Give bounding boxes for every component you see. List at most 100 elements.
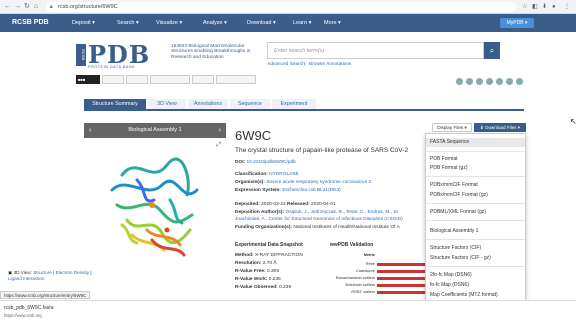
expression-link[interactable]: Escherichia coli BL21(DE3) <box>282 188 340 193</box>
tab-sequence[interactable]: Sequence <box>230 99 270 109</box>
menu-fasta[interactable]: FASTA Sequence <box>426 138 525 147</box>
partner-logo-1[interactable] <box>102 75 124 84</box>
carousel-next-icon[interactable]: › <box>219 123 221 138</box>
home-icon[interactable]: ⌂ <box>34 3 38 11</box>
validation-metric-rsrz: RSRZ outliers <box>351 290 375 294</box>
doi-link[interactable]: 10.2210/pdb6W9C/pdb <box>246 160 295 165</box>
download-filename[interactable]: rcsb_pdb_6W9C.fasta <box>4 305 53 311</box>
partner-logo-4[interactable] <box>192 75 214 84</box>
search-icon: ⌕ <box>489 46 495 55</box>
nav-deposit[interactable]: Deposit ▾ <box>72 20 95 26</box>
reload-icon[interactable]: ↻ <box>24 3 30 11</box>
menu-sf-cif[interactable]: Structure Factors (CIF) <box>430 245 481 251</box>
view3d-label: 3D View: <box>13 270 32 275</box>
structure-tabs: Structure Summary 3D View Annotations Se… <box>84 99 524 111</box>
social-icon-2[interactable] <box>466 78 473 85</box>
validation-heading: wwPDB Validation <box>330 242 374 248</box>
download-files-button[interactable]: ⬇ Download Files ▾ <box>474 123 526 132</box>
view-electron-density-link[interactable]: Electron Density <box>56 270 89 275</box>
menu-pdb-format-gz[interactable]: PDB Format (gz) <box>430 165 468 171</box>
nav-more[interactable]: More ▾ <box>324 20 341 26</box>
partner-logo-pdb101[interactable]: ■■■ <box>76 75 100 84</box>
arrow-left-icon[interactable]: ← <box>4 3 11 11</box>
tab-structure-summary[interactable]: Structure Summary <box>84 99 146 109</box>
experimental-heading: Experimental Data Snapshot <box>235 242 303 248</box>
menu-map-coefficients[interactable]: Map Coefficients (MTZ format) <box>430 292 498 298</box>
advanced-search-link[interactable]: Advanced Search <box>267 62 305 67</box>
validation-metric-header: Metric <box>363 253 375 257</box>
rfree-value: 0.309 <box>267 269 280 274</box>
browser-toolbar: ← → ↻ ⌂ 🔒︎ rcsb.org/structure/6W9C ☆ ◧ ⬇… <box>0 0 576 14</box>
browse-annotations-link[interactable]: Browse Annotations <box>309 62 351 67</box>
search-button[interactable]: ⌕ <box>484 42 500 59</box>
validation-bar-rsrz <box>377 291 425 294</box>
address-bar[interactable]: 🔒︎ rcsb.org/structure/6W9C <box>46 2 516 12</box>
organism-row: Organism(s): Severe acute respiratory sy… <box>235 180 371 185</box>
menu-sf-cif-gz[interactable]: Structure Factors (CIF - gz) <box>430 255 491 261</box>
view-ligand-interaction-link[interactable]: Ligand Interaction <box>8 276 45 281</box>
nav-analyze[interactable]: Analyze ▾ <box>203 20 227 26</box>
assembly-carousel: ‹ Biological Assembly 1 › ⤢ <box>84 123 226 273</box>
download-icon[interactable]: ⬇ <box>542 3 547 11</box>
tab-3d-view[interactable]: 3D View <box>148 99 186 109</box>
profile-icon[interactable]: ● <box>552 3 556 11</box>
nav-learn[interactable]: Learn ▾ <box>293 20 311 26</box>
logo-rcsb-text: RCSB <box>76 44 86 66</box>
tab-experiment[interactable]: Experiment <box>272 99 316 109</box>
social-icon-6[interactable] <box>506 78 513 85</box>
menu-divider <box>426 176 525 177</box>
organism-link[interactable]: Severe acute respiratory syndrome corona… <box>266 180 371 185</box>
authors-line-2[interactable]: Joachimiak, A., Center for Structural Ge… <box>235 217 403 222</box>
rcsb-pdb-logo[interactable]: RCSB PDB PROTEIN DATA BANK <box>76 40 166 70</box>
download-source: https://www.rcsb.org <box>4 313 42 318</box>
authors-line-1[interactable]: Osipiuk, J., Jedrzejczak, R., Tesar, C.,… <box>285 210 397 215</box>
brand-link[interactable]: RCSB PDB <box>12 19 49 26</box>
menu-divider <box>426 151 525 152</box>
view-structure-link[interactable]: Structure <box>33 270 52 275</box>
resolution-value: 2.70 Å <box>262 261 277 266</box>
nav-visualize[interactable]: Visualize ▾ <box>156 20 182 26</box>
menu-pdb-format[interactable]: PDB Format <box>430 156 458 162</box>
extension-icon[interactable]: ◧ <box>532 3 538 11</box>
tab-annotations[interactable]: Annotations <box>188 99 228 109</box>
menu-divider <box>426 220 525 221</box>
social-icon-1[interactable] <box>456 78 463 85</box>
menu-fofc-map[interactable]: fo-fc Map (DSN6) <box>430 282 469 288</box>
menu-assembly[interactable]: Biological Assembly 1 <box>430 228 478 234</box>
social-icon-7[interactable] <box>516 78 523 85</box>
classification-link[interactable]: HYDROLASE <box>269 172 299 177</box>
nav-download[interactable]: Download ▾ <box>247 20 276 26</box>
doi-label: DOI: <box>235 160 246 165</box>
partner-logo-2[interactable] <box>126 75 148 84</box>
rfree-label: R-Value Free: <box>235 269 266 274</box>
validation-bar-clashscore <box>377 270 425 273</box>
arrow-right-icon[interactable]: → <box>14 3 21 11</box>
protein-structure-image[interactable] <box>92 145 218 261</box>
social-icon-5[interactable] <box>496 78 503 85</box>
partner-logo-5[interactable] <box>216 75 256 84</box>
rwork-label: R-Value Work: <box>235 277 268 282</box>
menu-icon[interactable]: ⋮ <box>564 3 570 11</box>
robs-label: R-Value Observed: <box>235 285 278 290</box>
robs-row: R-Value Observed: 0.239 <box>235 285 291 290</box>
doi-row: DOI: 10.2210/pdb6W9C/pdb <box>235 160 296 165</box>
social-icon-4[interactable] <box>486 78 493 85</box>
star-icon[interactable]: ☆ <box>522 3 527 11</box>
menu-mmcif-gz[interactable]: PDBx/mmCIF Format (gz) <box>430 192 488 198</box>
download-shelf <box>0 300 576 324</box>
partner-logo-3[interactable] <box>150 75 190 84</box>
mouse-cursor-icon: ↖ <box>570 117 576 126</box>
display-files-button[interactable]: Display Files ▾ <box>432 123 472 132</box>
carousel-prev-icon[interactable]: ‹ <box>89 123 91 138</box>
menu-mmcif[interactable]: PDBx/mmCIF Format <box>430 182 478 188</box>
menu-2fofc-map[interactable]: 2fo-fc Map (DSN6) <box>430 272 472 278</box>
menu-pdbml[interactable]: PDBML/XML Format (gz) <box>430 209 486 215</box>
mypdb-button[interactable]: MyPDB ▾ <box>500 18 534 28</box>
nav-search[interactable]: Search ▾ <box>117 20 139 26</box>
social-icon-3[interactable] <box>476 78 483 85</box>
search-input[interactable]: Enter search term(s) <box>267 42 484 59</box>
validation-metric-sidechain: Sidechain outliers <box>345 283 375 287</box>
expression-row: Expression System: Escherichia coli BL21… <box>235 188 341 193</box>
pdb-id-heading: 6W9C <box>235 128 272 143</box>
status-bar-url: https://www.rcsb.org/structure/entry/6W9… <box>0 291 91 299</box>
